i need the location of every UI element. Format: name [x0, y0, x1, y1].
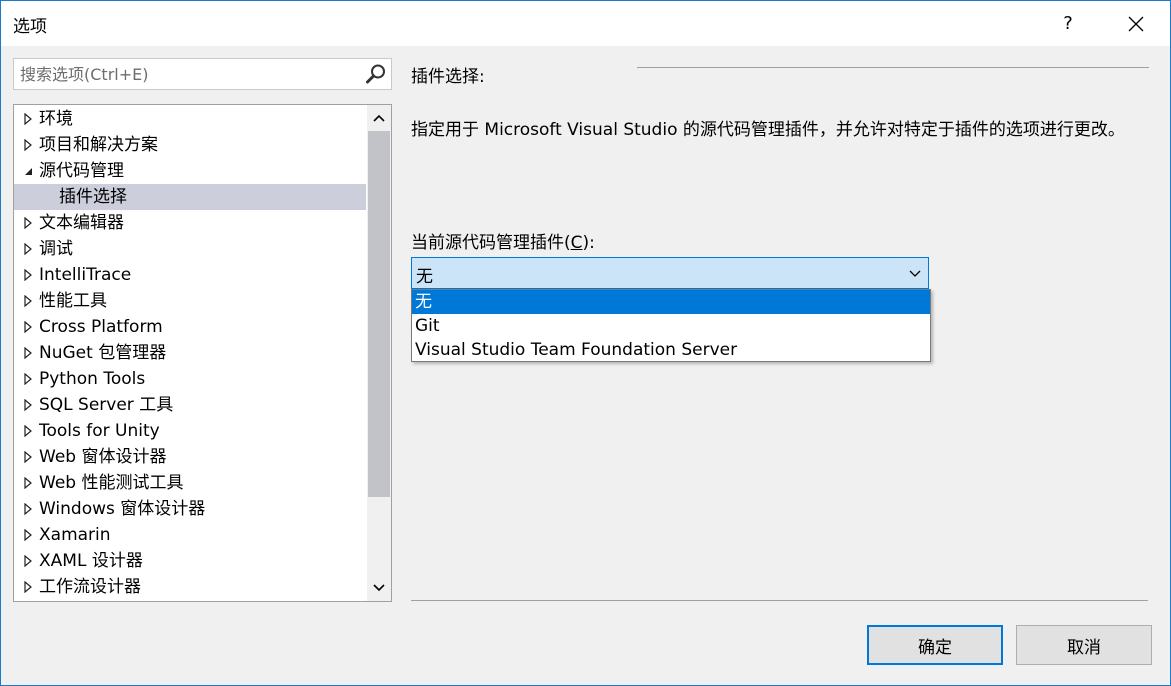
tree-item[interactable]: 项目和解决方案 — [14, 132, 366, 158]
tree-item[interactable]: Web 性能测试工具 — [14, 470, 366, 496]
plugin-dropdown-list: 无 Git Visual Studio Team Foundation Serv… — [411, 289, 931, 362]
tree-item-label: Python Tools — [39, 369, 146, 389]
collapsed-arrow-icon[interactable] — [22, 236, 34, 262]
tree-item[interactable]: 工作流设计器 — [14, 574, 366, 600]
tree-item[interactable]: 环境 — [14, 106, 366, 132]
tree-item-label: Web 窗体设计器 — [39, 447, 167, 467]
collapsed-arrow-icon[interactable] — [22, 496, 34, 522]
tree-list: 环境项目和解决方案 源代码管理插件选择文本编辑器调试 IntelliTrace 性能工… — [14, 106, 366, 600]
tree-item-label: 性能工具 — [39, 291, 107, 311]
tree-item[interactable]: Tools for Unity — [14, 418, 366, 444]
collapsed-arrow-icon[interactable] — [22, 340, 34, 366]
collapsed-arrow-icon[interactable] — [22, 522, 34, 548]
tree-item-label: Tools for Unity — [39, 421, 160, 441]
tree-item[interactable]: 源代码管理 — [14, 158, 366, 184]
tree-item[interactable]: XAML 设计器 — [14, 548, 366, 574]
chevron-down-icon — [909, 270, 921, 277]
scroll-up-button[interactable] — [367, 105, 391, 131]
tree-item[interactable]: 文本编辑器 — [14, 210, 366, 236]
tree-item-label: SQL Server 工具 — [39, 395, 174, 415]
tree-item[interactable]: Cross Platform — [14, 314, 366, 340]
options-tree: 环境项目和解决方案 源代码管理插件选择文本编辑器调试 IntelliTrace 性能工… — [13, 104, 392, 602]
collapsed-arrow-icon[interactable] — [22, 314, 34, 340]
tree-item[interactable]: SQL Server 工具 — [14, 392, 366, 418]
tree-item-label: Xamarin — [39, 525, 111, 545]
tree-item[interactable]: Windows 窗体设计器 — [14, 496, 366, 522]
label-text-post: ): — [582, 233, 595, 253]
expanded-arrow-icon[interactable] — [22, 158, 34, 184]
chevron-down-icon — [373, 584, 385, 592]
collapsed-arrow-icon[interactable] — [22, 106, 34, 132]
tree-item[interactable]: 插件选择 — [14, 184, 366, 210]
label-access-key: C — [570, 233, 583, 253]
tree-item-label: 调试 — [39, 239, 73, 259]
plugin-field-label: 当前源代码管理插件(C): — [411, 228, 595, 253]
plugin-select[interactable]: 无 — [411, 257, 929, 289]
scroll-thumb[interactable] — [368, 131, 390, 497]
tree-item[interactable]: Python Tools — [14, 366, 366, 392]
collapsed-arrow-icon[interactable] — [22, 132, 34, 158]
collapsed-arrow-icon[interactable] — [22, 418, 34, 444]
title-bar: 选项 ? — [1, 1, 1170, 46]
scroll-down-button[interactable] — [367, 575, 391, 601]
dropdown-option-none[interactable]: 无 — [412, 290, 930, 314]
dialog-title: 选项 — [13, 17, 47, 37]
tree-item-label: IntelliTrace — [39, 265, 132, 285]
tree-scrollbar[interactable] — [367, 105, 391, 601]
tree-item-label: 源代码管理 — [39, 161, 124, 181]
tree-item-label: Web 性能测试工具 — [39, 473, 184, 493]
collapsed-arrow-icon[interactable] — [22, 288, 34, 314]
tree-item[interactable]: 性能工具 — [14, 288, 366, 314]
tree-item-label: Cross Platform — [39, 317, 163, 337]
collapsed-arrow-icon[interactable] — [22, 444, 34, 470]
ok-button[interactable]: 确定 — [867, 625, 1003, 665]
group-header: 插件选择: — [411, 67, 485, 87]
group-divider — [637, 67, 1149, 68]
dropdown-option-git[interactable]: Git — [412, 314, 930, 338]
cancel-button[interactable]: 取消 — [1016, 625, 1152, 665]
tree-item-label: 环境 — [39, 109, 73, 129]
tree-item-label: 工作流设计器 — [39, 577, 141, 597]
label-text-pre: 当前源代码管理插件( — [411, 233, 571, 253]
footer-divider — [411, 600, 1148, 601]
tree-item-label: XAML 设计器 — [39, 551, 143, 571]
dropdown-option-tfs[interactable]: Visual Studio Team Foundation Server — [412, 338, 930, 362]
collapsed-arrow-icon[interactable] — [22, 210, 34, 236]
collapsed-arrow-icon[interactable] — [22, 392, 34, 418]
search-box — [13, 58, 392, 90]
tree-item[interactable]: Web 窗体设计器 — [14, 444, 366, 470]
close-icon — [1128, 16, 1144, 31]
tree-item[interactable]: Xamarin — [14, 522, 366, 548]
search-icon[interactable] — [365, 63, 387, 85]
tree-item-label: 项目和解决方案 — [39, 135, 158, 155]
tree-item-label: 文本编辑器 — [39, 213, 124, 233]
tree-item[interactable]: NuGet 包管理器 — [14, 340, 366, 366]
help-button[interactable]: ? — [1051, 1, 1085, 46]
plugin-select-value: 无 — [416, 267, 433, 287]
tree-item-label: NuGet 包管理器 — [39, 343, 167, 363]
help-icon: ? — [1063, 13, 1073, 34]
collapsed-arrow-icon[interactable] — [22, 548, 34, 574]
close-button[interactable] — [1113, 1, 1159, 46]
collapsed-arrow-icon[interactable] — [22, 470, 34, 496]
description-text: 指定用于 Microsoft Visual Studio 的源代码管理插件，并允… — [411, 120, 1125, 140]
collapsed-arrow-icon[interactable] — [22, 262, 34, 288]
collapsed-arrow-icon[interactable] — [22, 574, 34, 600]
tree-item-label: 插件选择 — [59, 187, 127, 207]
chevron-up-icon — [373, 114, 385, 122]
collapsed-arrow-icon[interactable] — [22, 366, 34, 392]
tree-item[interactable]: 调试 — [14, 236, 366, 262]
tree-item-label: Windows 窗体设计器 — [39, 499, 206, 519]
options-dialog: 选项 ? 环境项目和解决方案源代码管理插件选择文本编辑器调试 IntelliTra… — [0, 0, 1171, 686]
tree-item[interactable]: IntelliTrace — [14, 262, 366, 288]
search-input[interactable] — [14, 59, 354, 89]
